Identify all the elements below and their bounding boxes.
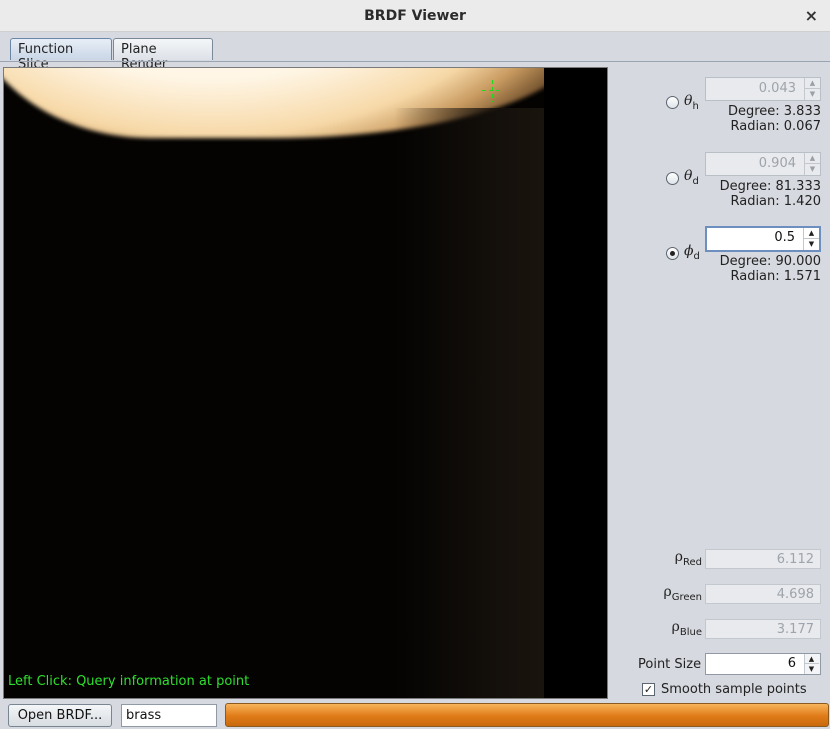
spinner-down-icon[interactable]: ▼ — [805, 89, 820, 100]
theta-h-label: θh — [684, 93, 699, 112]
phi-d-degree: Degree: 90.000 — [719, 254, 821, 269]
theta-d-radio[interactable] — [666, 172, 679, 185]
theta-h-radian: Radian: 0.067 — [730, 119, 821, 134]
tab-plane-render[interactable]: Plane Render — [113, 38, 213, 72]
spinner-down-icon[interactable]: ▼ — [805, 164, 820, 175]
slice-shading — [394, 108, 544, 698]
rho-green-label: ρGreen — [663, 584, 702, 603]
brdf-slice-image[interactable] — [4, 68, 544, 698]
rho-blue-value: 3.177 — [705, 619, 821, 639]
rho-green-value: 4.698 — [705, 584, 821, 604]
function-slice-canvas[interactable]: Left Click: Query information at point — [3, 67, 608, 699]
spinner-up-icon[interactable]: ▲ — [805, 153, 820, 164]
phi-d-radio[interactable] — [666, 247, 679, 260]
smooth-label: Smooth sample points — [661, 682, 807, 697]
tab-strip: Function Slice Plane Render — [0, 32, 830, 72]
theta-d-degree: Degree: 81.333 — [719, 179, 821, 194]
phi-d-radian: Radian: 1.571 — [730, 269, 821, 284]
spinner-up-icon[interactable]: ▲ — [804, 654, 819, 664]
theta-h-value: 0.043 — [758, 81, 796, 96]
material-name-field[interactable]: brass — [121, 704, 217, 727]
loading-progress-bar — [225, 703, 829, 727]
bottom-bar: Open BRDF... brass — [0, 701, 830, 729]
spinner-up-icon[interactable]: ▲ — [805, 78, 820, 89]
title-bar: BRDF Viewer × — [0, 0, 830, 32]
phi-d-spinner[interactable]: 0.5 ▲ ▼ — [705, 226, 821, 252]
rho-red-value: 6.112 — [705, 549, 821, 569]
theta-h-radio[interactable] — [666, 96, 679, 109]
rho-red-label: ρRed — [674, 549, 702, 568]
close-icon[interactable]: × — [805, 6, 818, 25]
window-title: BRDF Viewer — [364, 8, 466, 24]
point-size-value: 6 — [787, 656, 796, 671]
theta-d-label: θd — [684, 168, 699, 187]
rho-blue-label: ρBlue — [671, 619, 702, 638]
canvas-hint: Left Click: Query information at point — [8, 674, 250, 689]
theta-h-degree: Degree: 3.833 — [727, 104, 821, 119]
point-size-label: Point Size — [638, 657, 702, 672]
spinner-down-icon[interactable]: ▼ — [804, 664, 819, 674]
spinner-up-icon[interactable]: ▲ — [804, 228, 819, 239]
smooth-checkbox[interactable]: ✓ — [642, 683, 655, 696]
theta-d-radian: Radian: 1.420 — [730, 194, 821, 209]
open-brdf-button[interactable]: Open BRDF... — [8, 704, 112, 727]
spinner-down-icon[interactable]: ▼ — [804, 239, 819, 250]
theta-h-spinner[interactable]: 0.043 ▲ ▼ — [705, 77, 821, 101]
crosshair-cursor-icon — [482, 80, 504, 102]
theta-d-value: 0.904 — [758, 156, 796, 171]
phi-d-label: ϕd — [684, 243, 700, 262]
point-size-spinner[interactable]: 6 ▲ ▼ — [705, 653, 821, 675]
tab-function-slice[interactable]: Function Slice — [10, 38, 112, 72]
phi-d-value: 0.5 — [774, 230, 795, 245]
theta-d-spinner[interactable]: 0.904 ▲ ▼ — [705, 152, 821, 176]
parameter-panel: θh 0.043 ▲ ▼ Degree: 3.833 Radian: 0.067 … — [610, 62, 830, 702]
